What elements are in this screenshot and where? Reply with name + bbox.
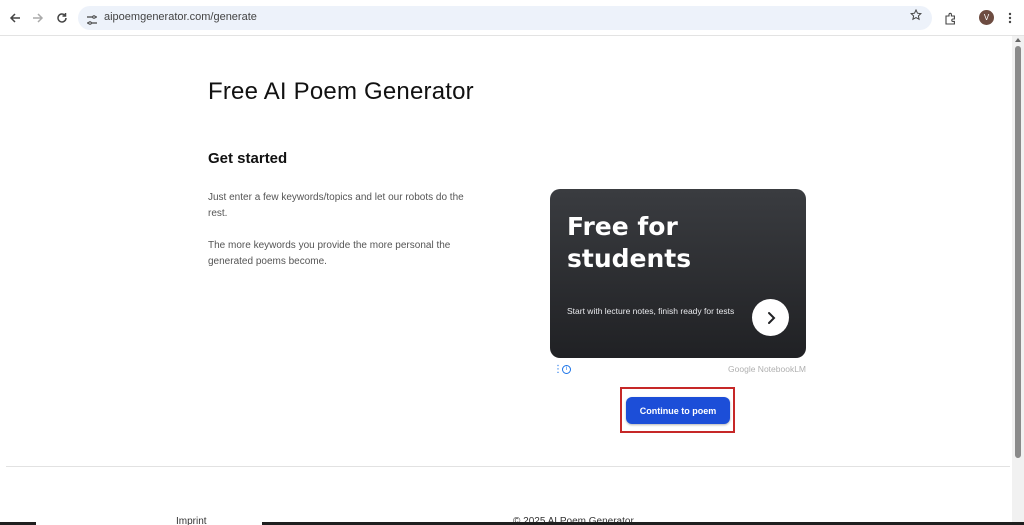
page-title: Free AI Poem Generator [208,78,474,105]
kebab-menu-icon[interactable] [1000,8,1020,28]
back-arrow-icon[interactable] [5,8,25,28]
star-icon[interactable] [909,8,923,25]
section-title: Get started [208,150,288,167]
ad-headline[interactable]: Free for students [567,211,767,275]
continue-to-poem-button[interactable]: Continue to poem [626,397,730,424]
address-bar[interactable]: aipoemgenerator.com/generate [78,6,932,30]
scroll-thumb[interactable] [1015,46,1021,458]
footer-divider [6,466,1010,467]
intro-paragraph: Just enter a few keywords/topics and let… [208,192,464,219]
url-text[interactable]: aipoemgenerator.com/generate [104,11,257,23]
ad-subtext[interactable]: Start with lecture notes, finish ready f… [567,305,742,317]
page-scrollbar[interactable] [1012,36,1024,525]
reload-icon[interactable] [52,8,72,28]
ad-card[interactable]: Free for students Start with lecture not… [550,189,806,358]
tune-icon[interactable] [86,11,100,25]
scroll-up-icon[interactable] [1015,38,1021,42]
forward-arrow-icon[interactable] [28,8,48,28]
puzzle-icon[interactable] [940,8,960,28]
chevron-right-icon[interactable] [752,299,789,336]
profile-avatar[interactable]: V [979,10,994,25]
keywords-paragraph: The more keywords you provide the more p… [208,240,451,267]
ad-attribution: ⋮ i Google NotebookLM [550,364,806,376]
browser-toolbar: aipoemgenerator.com/generate V [0,0,1024,36]
ad-brand[interactable]: Google NotebookLM [728,364,806,374]
ad-info-icon[interactable]: i [562,365,571,374]
